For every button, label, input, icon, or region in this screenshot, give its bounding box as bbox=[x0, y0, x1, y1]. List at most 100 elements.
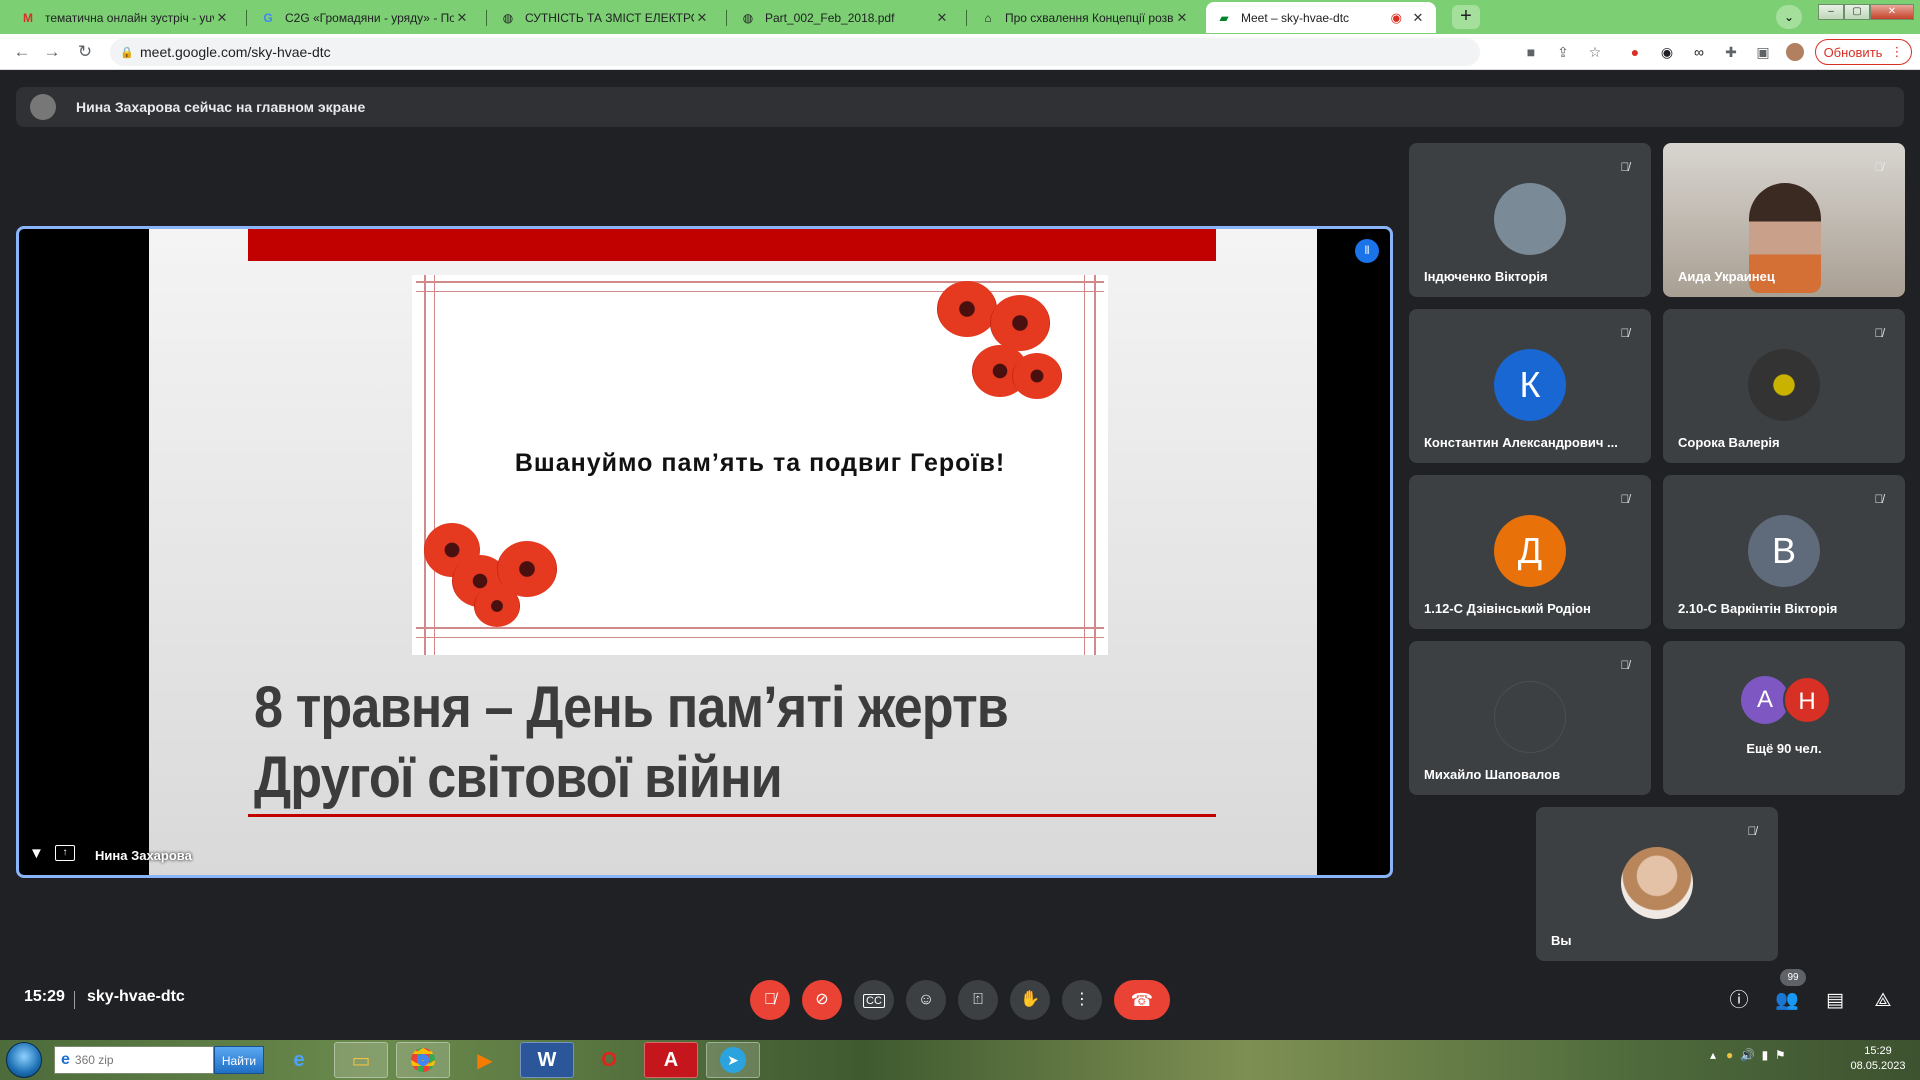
leave-call-button[interactable]: ☎ bbox=[1114, 980, 1170, 1020]
tab-kontseptsii[interactable]: ⌂ Про схвалення Концепції розв ✕ bbox=[970, 2, 1200, 33]
forward-button[interactable]: → bbox=[40, 40, 64, 64]
back-button[interactable]: ← bbox=[10, 40, 34, 64]
poppy-flower bbox=[1012, 353, 1062, 399]
close-tab-icon[interactable]: ✕ bbox=[454, 10, 470, 26]
pin-icon[interactable]: ▼ bbox=[29, 845, 44, 862]
emoji-icon: ☺ bbox=[917, 991, 935, 1008]
internet-explorer-icon[interactable]: e bbox=[272, 1042, 326, 1078]
close-tab-icon[interactable]: ✕ bbox=[694, 10, 710, 26]
chrome-icon[interactable] bbox=[396, 1042, 450, 1078]
close-tab-icon[interactable]: ✕ bbox=[1410, 10, 1426, 26]
word-icon[interactable]: W bbox=[520, 1042, 574, 1078]
participant-tile[interactable]: 🎙̸ Аида Украинец bbox=[1663, 143, 1905, 297]
acrobat-icon[interactable]: A bbox=[644, 1042, 698, 1078]
meet-icon: ▰ bbox=[1219, 10, 1229, 25]
tab-search-button[interactable]: ⌄ bbox=[1776, 5, 1802, 29]
taskbar-clock[interactable]: 15:29 08.05.2023 bbox=[1842, 1044, 1914, 1074]
share-icon[interactable]: ⇪ bbox=[1554, 43, 1572, 61]
start-button[interactable] bbox=[6, 1042, 42, 1078]
avatar bbox=[30, 94, 56, 120]
participant-tile[interactable]: 🎙̸ Індюченко Вікторія bbox=[1409, 143, 1651, 297]
minimize-button[interactable]: – bbox=[1818, 4, 1844, 20]
activities-button[interactable]: ⟁ bbox=[1870, 988, 1896, 1014]
find-button[interactable]: Найти bbox=[214, 1046, 264, 1074]
mic-off-icon: 🎙̸ bbox=[1620, 492, 1630, 506]
captions-button[interactable]: CC bbox=[854, 980, 894, 1020]
close-window-button[interactable]: ✕ bbox=[1870, 4, 1914, 20]
address-bar[interactable]: 🔒 meet.google.com/sky-hvae-dtc bbox=[110, 38, 1480, 66]
tab-c2g[interactable]: G C2G «Громадяни - уряду» - Пош ✕ bbox=[250, 2, 480, 33]
presentation-slide: Вшануймо пам’ять та подвиг Героїв! 8 тра… bbox=[149, 229, 1317, 875]
people-icon: 👥 bbox=[1775, 990, 1799, 1011]
participant-tile[interactable]: Д 🎙̸ 1.12-С Дзівінський Родіон bbox=[1409, 475, 1651, 629]
self-tile[interactable]: 🎙̸ Вы bbox=[1536, 807, 1778, 961]
government-icon: ⌂ bbox=[984, 10, 992, 25]
tab-strip: M тематична онлайн зустріч - yuv ✕ G C2G… bbox=[0, 0, 1920, 34]
tab-meet[interactable]: ▰ Meet – sky-hvae-dtc ◉ ✕ bbox=[1206, 2, 1436, 33]
slide-headline: 8 травня – День пам’яті жертв bbox=[254, 675, 1009, 740]
avatar bbox=[1494, 183, 1566, 255]
raise-hand-button[interactable]: ✋ bbox=[1010, 980, 1050, 1020]
ie-search-icon: e bbox=[61, 1051, 70, 1068]
extensions-puzzle-icon[interactable]: ✚ bbox=[1722, 43, 1740, 61]
mic-off-icon: 🎙̸ bbox=[1620, 326, 1630, 340]
file-explorer-icon[interactable]: ▭ bbox=[334, 1042, 388, 1078]
telegram-icon[interactable]: ➤ bbox=[706, 1042, 760, 1078]
tab-gmail[interactable]: M тематична онлайн зустріч - yuv ✕ bbox=[10, 2, 240, 33]
extension-w-icon[interactable]: ◉ bbox=[1658, 43, 1676, 61]
participant-tile[interactable]: К 🎙̸ Константин Александрович ... bbox=[1409, 309, 1651, 463]
profile-avatar[interactable] bbox=[1786, 43, 1804, 61]
close-tab-icon[interactable]: ✕ bbox=[1174, 10, 1190, 26]
meeting-code: sky-hvae-dtc bbox=[87, 988, 185, 1005]
tab-sutnist[interactable]: ◍ СУТНІСТЬ ТА ЗМІСТ ЕЛЕКТРОН ✕ bbox=[490, 2, 720, 33]
avatar: А bbox=[1741, 676, 1789, 724]
speaking-indicator-icon: ⦀ bbox=[1355, 239, 1379, 263]
more-options-button[interactable]: ⋮ bbox=[1062, 980, 1102, 1020]
extension-glasses-icon[interactable]: ∞ bbox=[1690, 43, 1708, 61]
taskbar-search-input[interactable]: e 360 zip bbox=[54, 1046, 214, 1074]
mic-toggle-button[interactable]: 🎙̸ bbox=[750, 980, 790, 1020]
main-stage[interactable]: Вшануймо пам’ять та подвиг Героїв! 8 тра… bbox=[16, 226, 1393, 878]
tray-expand-icon[interactable]: ▴ bbox=[1710, 1048, 1716, 1062]
reload-button[interactable]: ↻ bbox=[73, 40, 97, 64]
meeting-time: 15:29 bbox=[24, 988, 65, 1005]
opera-icon[interactable]: O bbox=[582, 1042, 636, 1078]
presenter-name: Нина Захарова bbox=[95, 848, 192, 863]
activities-icon: ⟁ bbox=[1874, 990, 1892, 1011]
present-button[interactable]: ⍐ bbox=[958, 980, 998, 1020]
action-center-icon[interactable]: ⚑ bbox=[1775, 1048, 1786, 1062]
gmail-icon: M bbox=[23, 10, 33, 25]
update-button[interactable]: Обновить ⋮ bbox=[1815, 39, 1912, 65]
close-tab-icon[interactable]: ✕ bbox=[934, 10, 950, 26]
opera-extension-icon[interactable]: ● bbox=[1626, 43, 1644, 61]
present-screen-icon: ⍐ bbox=[973, 991, 983, 1008]
hang-up-icon: ☎ bbox=[1130, 990, 1154, 1010]
network-icon[interactable]: ▮ bbox=[1762, 1048, 1769, 1062]
close-tab-icon[interactable]: ✕ bbox=[214, 10, 230, 26]
speaker-icon[interactable]: 🔊 bbox=[1740, 1048, 1755, 1062]
avatar: К bbox=[1494, 349, 1566, 421]
people-button[interactable]: 👥 bbox=[1774, 988, 1800, 1014]
participant-tile[interactable]: 🎙̸ Сорока Валерія bbox=[1663, 309, 1905, 463]
participant-tile[interactable]: В 🎙̸ 2.10-С Варкінтін Вікторія bbox=[1663, 475, 1905, 629]
norton-icon[interactable]: ● bbox=[1726, 1048, 1733, 1062]
meeting-details-button[interactable]: ⓘ bbox=[1726, 988, 1752, 1014]
new-tab-button[interactable]: + bbox=[1452, 5, 1480, 29]
reactions-button[interactable]: ☺ bbox=[906, 980, 946, 1020]
captions-icon: CC bbox=[863, 994, 885, 1008]
participant-tile[interactable]: 🎙̸ Михайло Шаповалов bbox=[1409, 641, 1651, 795]
divider bbox=[74, 991, 75, 1009]
slide-top-bar bbox=[248, 229, 1216, 261]
camera-icon[interactable]: ■ bbox=[1522, 43, 1540, 61]
tab-pdf[interactable]: ◍ Part_002_Feb_2018.pdf ✕ bbox=[730, 2, 960, 33]
bookmark-star-icon[interactable]: ☆ bbox=[1586, 43, 1604, 61]
side-panel-icon[interactable]: ▣ bbox=[1754, 43, 1772, 61]
media-player-icon[interactable]: ▶ bbox=[458, 1042, 512, 1078]
avatar bbox=[1621, 847, 1693, 919]
maximize-button[interactable]: ▢ bbox=[1844, 4, 1870, 20]
mic-off-icon: 🎙̸ bbox=[764, 991, 776, 1008]
camera-toggle-button[interactable]: ⊘ bbox=[802, 980, 842, 1020]
slide-motto: Вшануймо пам’ять та подвиг Героїв! bbox=[514, 449, 1006, 477]
more-participants-tile[interactable]: А Н Ещё 90 чел. bbox=[1663, 641, 1905, 795]
chat-button[interactable]: ▤ bbox=[1822, 988, 1848, 1014]
